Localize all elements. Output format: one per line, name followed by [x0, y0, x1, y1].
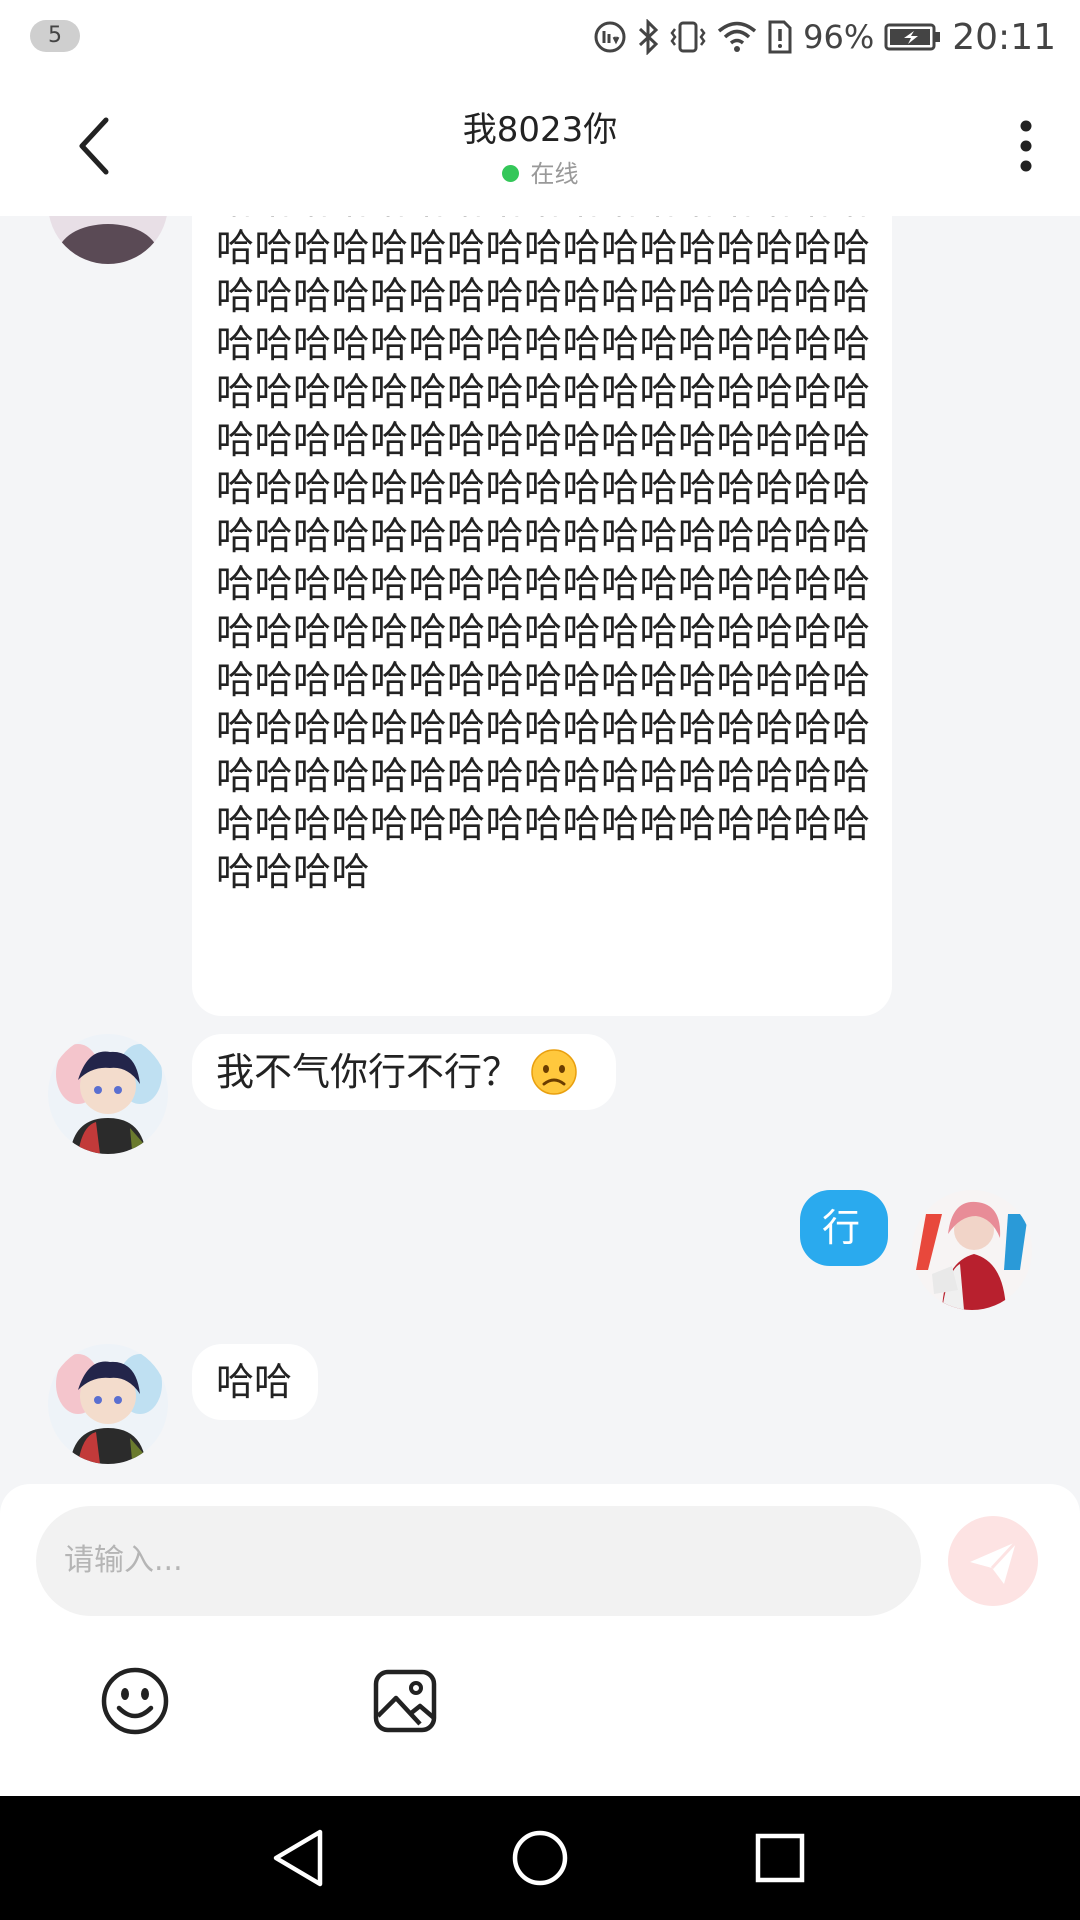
- status-bar: 5 96% 20:11: [0, 0, 1080, 76]
- contact-avatar[interactable]: [48, 1344, 168, 1464]
- message-bubble[interactable]: 哈哈: [192, 1344, 318, 1420]
- sim-alert-icon: [768, 20, 792, 54]
- send-icon: [970, 1540, 1018, 1584]
- chat-header: 我8023你 在线: [0, 76, 1080, 216]
- battery-percent: 96%: [803, 18, 875, 56]
- message-list[interactable]: 哈哈哈哈哈哈哈哈哈哈哈哈哈哈哈哈哈哈哈哈哈哈哈哈哈哈哈哈哈哈哈哈哈哈哈哈哈哈哈哈…: [0, 216, 1080, 1484]
- my-message-bubble[interactable]: 行: [800, 1190, 888, 1266]
- online-status: 在线: [0, 154, 1080, 189]
- message-text: 哈哈哈哈哈哈哈哈哈哈哈哈哈哈哈哈哈哈哈哈哈哈哈哈哈哈哈哈哈哈哈哈哈哈哈哈哈哈哈哈…: [216, 216, 871, 894]
- contact-avatar[interactable]: [48, 216, 168, 264]
- worried-face-icon: [531, 1048, 577, 1095]
- message-text-content: 我不气你行不行？: [216, 1050, 521, 1094]
- clock: 20:11: [952, 16, 1056, 58]
- online-status-label: 在线: [530, 160, 579, 188]
- emoji-icon[interactable]: [100, 1666, 170, 1736]
- message-input[interactable]: [36, 1506, 921, 1616]
- contact-avatar[interactable]: [48, 1034, 168, 1154]
- battery-charging-icon: [884, 23, 941, 51]
- nav-back-icon[interactable]: [268, 1826, 332, 1890]
- notification-count-badge: 5: [30, 20, 80, 52]
- message-text: 我不气你行不行？: [216, 1034, 578, 1110]
- nav-home-icon[interactable]: [508, 1826, 572, 1890]
- my-avatar[interactable]: [912, 1190, 1032, 1310]
- message-text: 哈哈: [216, 1360, 293, 1404]
- send-button[interactable]: [948, 1516, 1038, 1606]
- image-picker-icon[interactable]: [372, 1668, 438, 1734]
- message-bubble[interactable]: 哈哈哈哈哈哈哈哈哈哈哈哈哈哈哈哈哈哈哈哈哈哈哈哈哈哈哈哈哈哈哈哈哈哈哈哈哈哈哈哈…: [192, 216, 892, 1016]
- more-options-icon[interactable]: [1006, 116, 1046, 176]
- online-dot-icon: [501, 164, 519, 182]
- nav-recents-icon[interactable]: [748, 1826, 812, 1890]
- vibrate-icon: [670, 21, 706, 53]
- chat-title: 我8023你: [462, 110, 618, 150]
- composer: [0, 1484, 1080, 1796]
- status-icons: 96% 20:11: [593, 14, 1056, 60]
- data-saver-icon: [594, 21, 626, 53]
- bluetooth-icon: [639, 19, 659, 55]
- wifi-icon: [718, 21, 757, 52]
- message-bubble[interactable]: 我不气你行不行？: [192, 1034, 616, 1110]
- message-text: 行: [822, 1206, 861, 1250]
- system-nav-bar: [0, 1796, 1080, 1920]
